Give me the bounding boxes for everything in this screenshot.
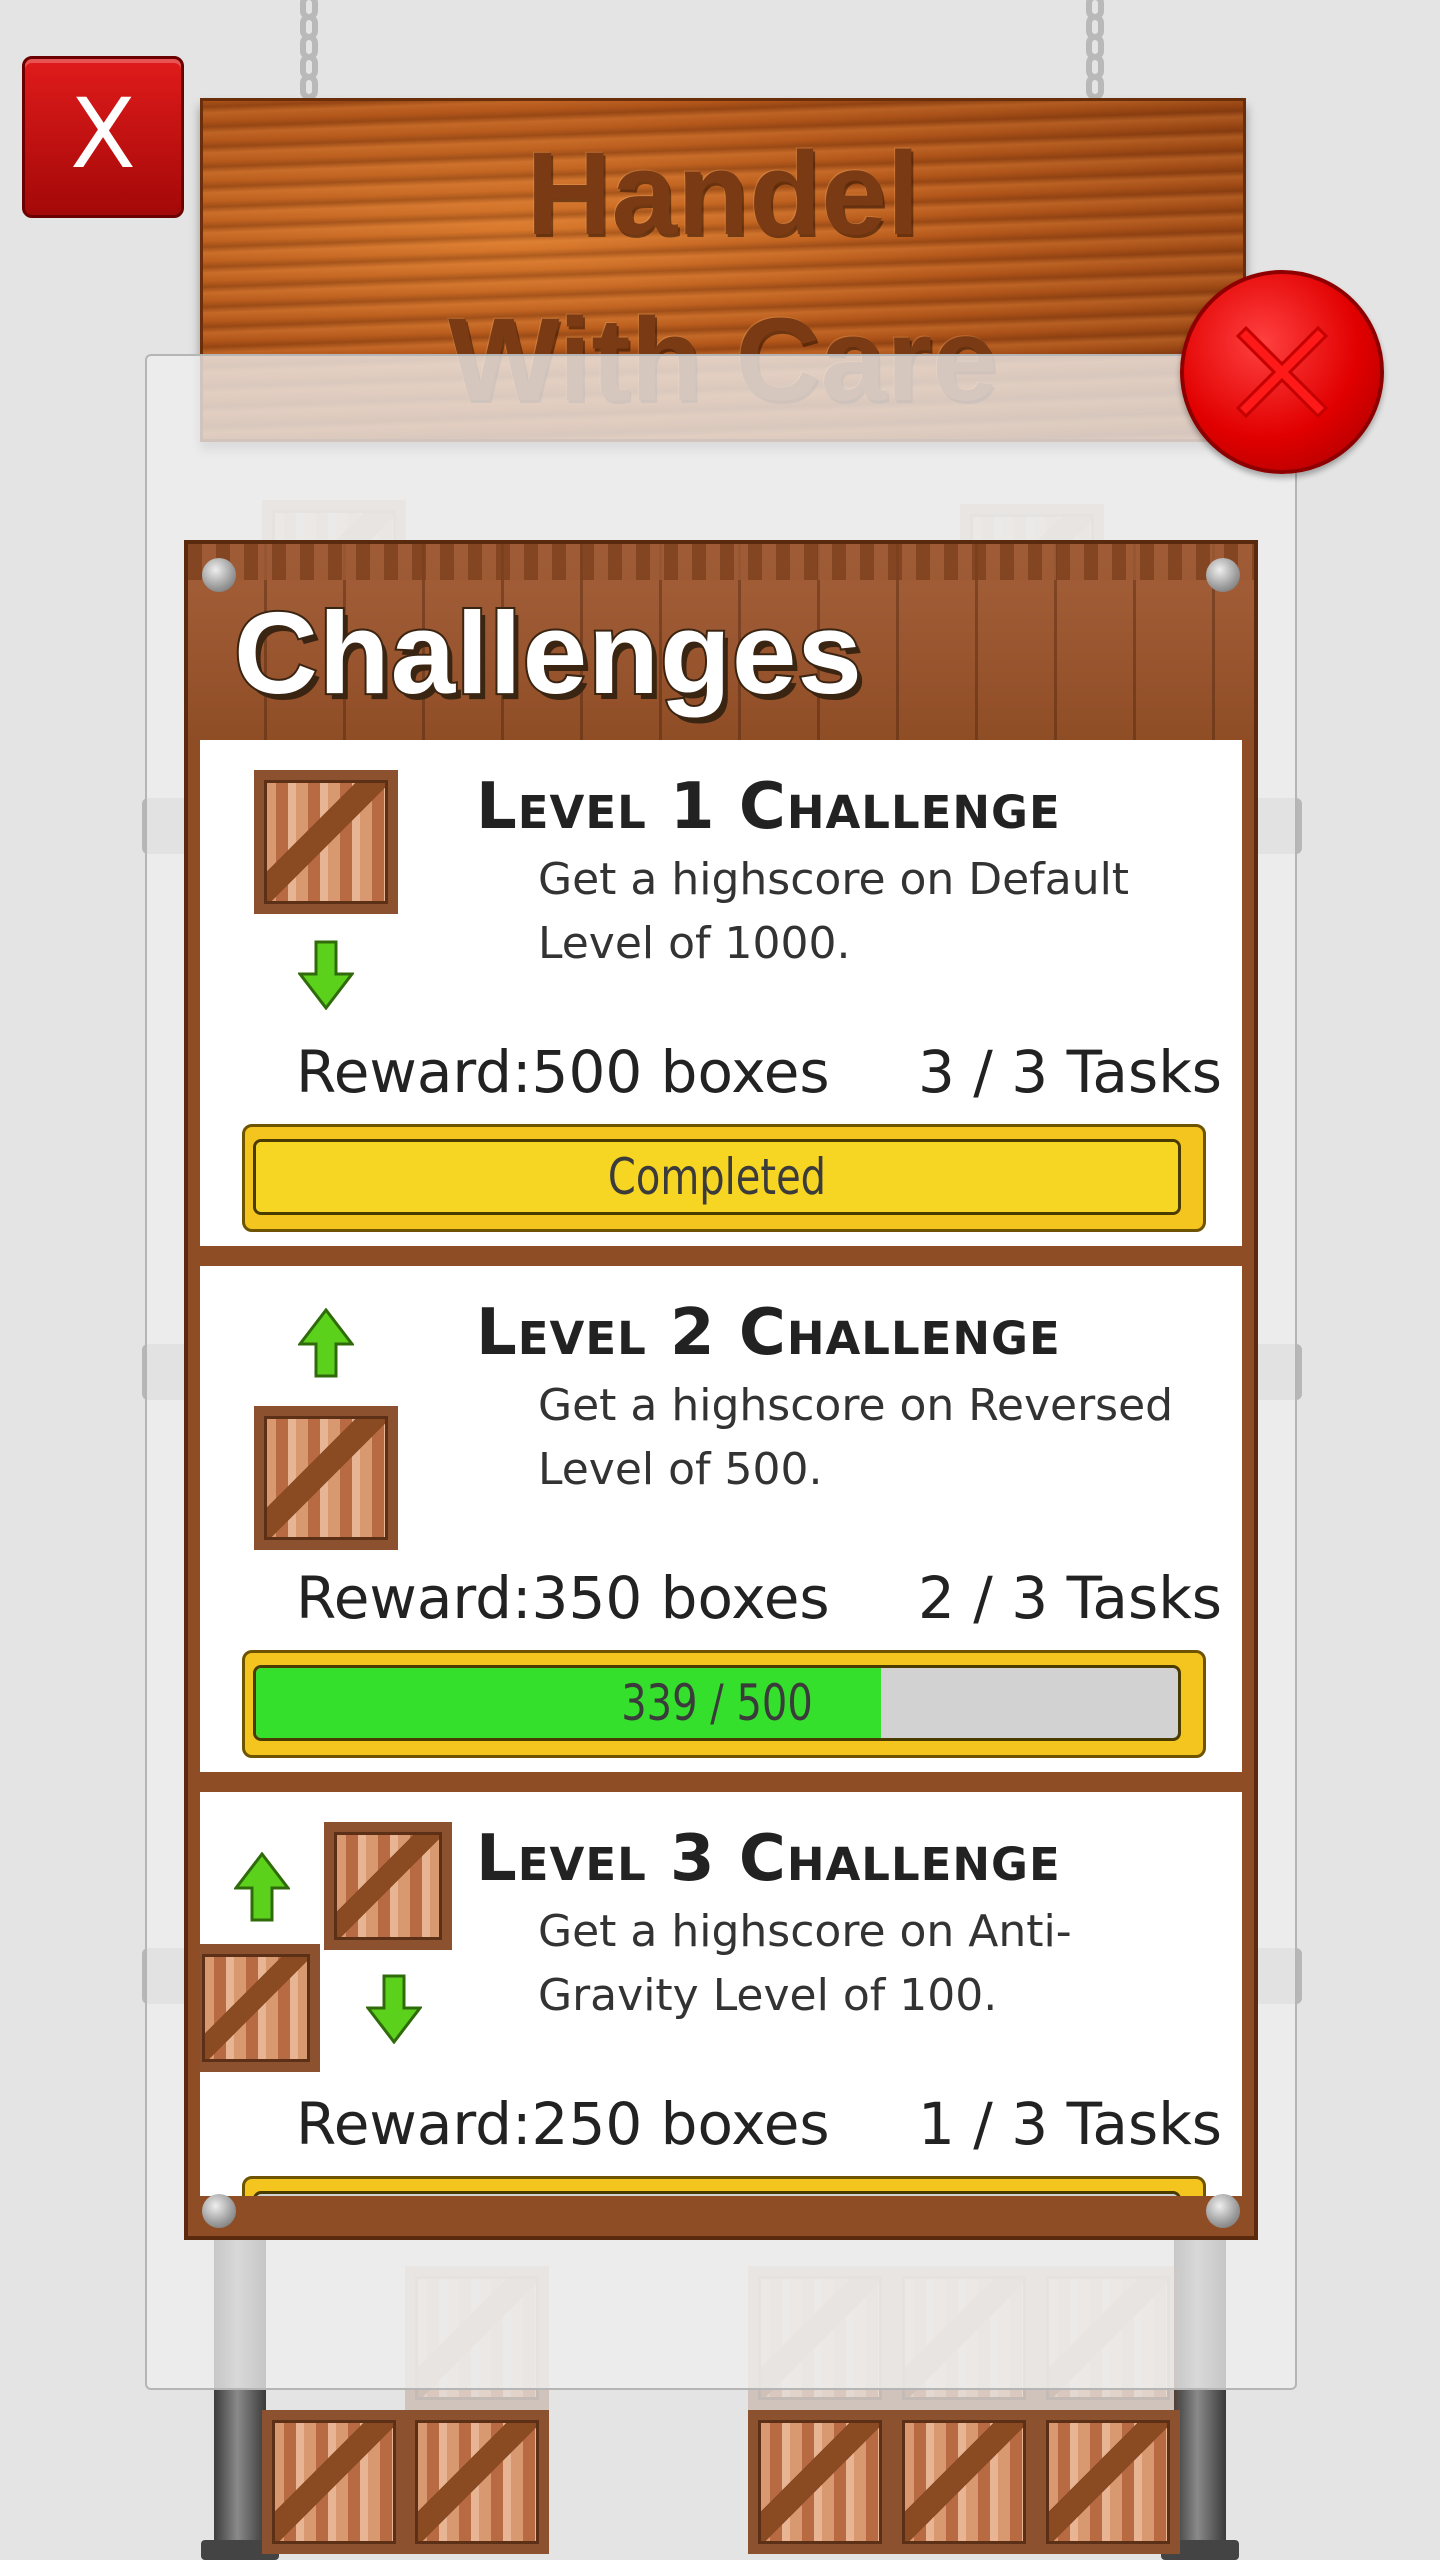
arrow-up-icon [234,1852,290,1922]
progress-bar: Completed [242,1124,1206,1232]
progress-track [253,2191,1181,2196]
crate [405,2410,549,2554]
challenge-tasks: 3 / 3 Tasks [917,1038,1222,1106]
progress-label [348,2194,1086,2196]
progress-bar [242,2176,1206,2196]
bolt [1206,558,1240,592]
challenge-title: Level 1 Challenge [476,770,1061,844]
progress-track: 339 / 500 [253,1665,1181,1741]
panel-header: Challenges [188,544,1254,740]
challenge-list[interactable]: Level 1 Challenge Get a highscore on Def… [200,740,1242,2196]
challenge-title: Level 2 Challenge [476,1296,1061,1370]
sign-title-line-1: Handel [526,128,920,260]
progress-label: Completed [607,1148,827,1206]
crate [262,2410,406,2554]
challenge-tasks: 2 / 3 Tasks [917,1564,1222,1632]
crate [748,2410,892,2554]
arrow-down-icon [366,1974,422,2044]
challenge-description: Get a highscore on Reversed Level of 500… [538,1380,1174,1495]
challenge-tasks: 1 / 3 Tasks [917,2090,1222,2158]
challenge-reward: Reward:250 boxes [296,2090,830,2158]
challenge-card[interactable]: Level 1 Challenge Get a highscore on Def… [200,740,1242,1246]
sign-chain-right [1086,0,1112,112]
crate [1036,2410,1180,2554]
challenge-description: Get a highscore on Anti-Gravity Level of… [538,1906,1072,2021]
crate [892,2410,1036,2554]
sign-chain-left [300,0,326,112]
exit-button[interactable]: X [22,56,184,218]
progress-track: Completed [253,1139,1181,1215]
crate-icon [254,770,398,914]
arrow-up-icon [298,1308,354,1378]
crate-icon [200,1944,320,2072]
challenge-title: Level 3 Challenge [476,1822,1061,1896]
bolt [1206,2194,1240,2228]
crate-icon [254,1406,398,1550]
challenge-card[interactable]: Level 2 Challenge Get a highscore on Rev… [200,1266,1242,1772]
panel-title: Challenges [232,586,864,720]
challenge-description: Get a highscore on Default Level of 1000… [538,854,1130,969]
challenge-reward: Reward:500 boxes [296,1038,830,1106]
challenge-card[interactable]: Level 3 Challenge Get a highscore on Ant… [200,1792,1242,2196]
progress-bar: 339 / 500 [242,1650,1206,1758]
crate-icon [324,1822,452,1950]
progress-label: 339 / 500 [621,1674,813,1732]
close-challenges-button[interactable] [1180,270,1384,474]
challenge-reward: Reward:350 boxes [296,1564,830,1632]
challenges-panel: Challenges Level 1 Challenge Get a highs… [184,540,1258,2240]
bolt [202,558,236,592]
arrow-down-icon [298,940,354,1010]
close-icon [1235,325,1329,419]
bolt [202,2194,236,2228]
